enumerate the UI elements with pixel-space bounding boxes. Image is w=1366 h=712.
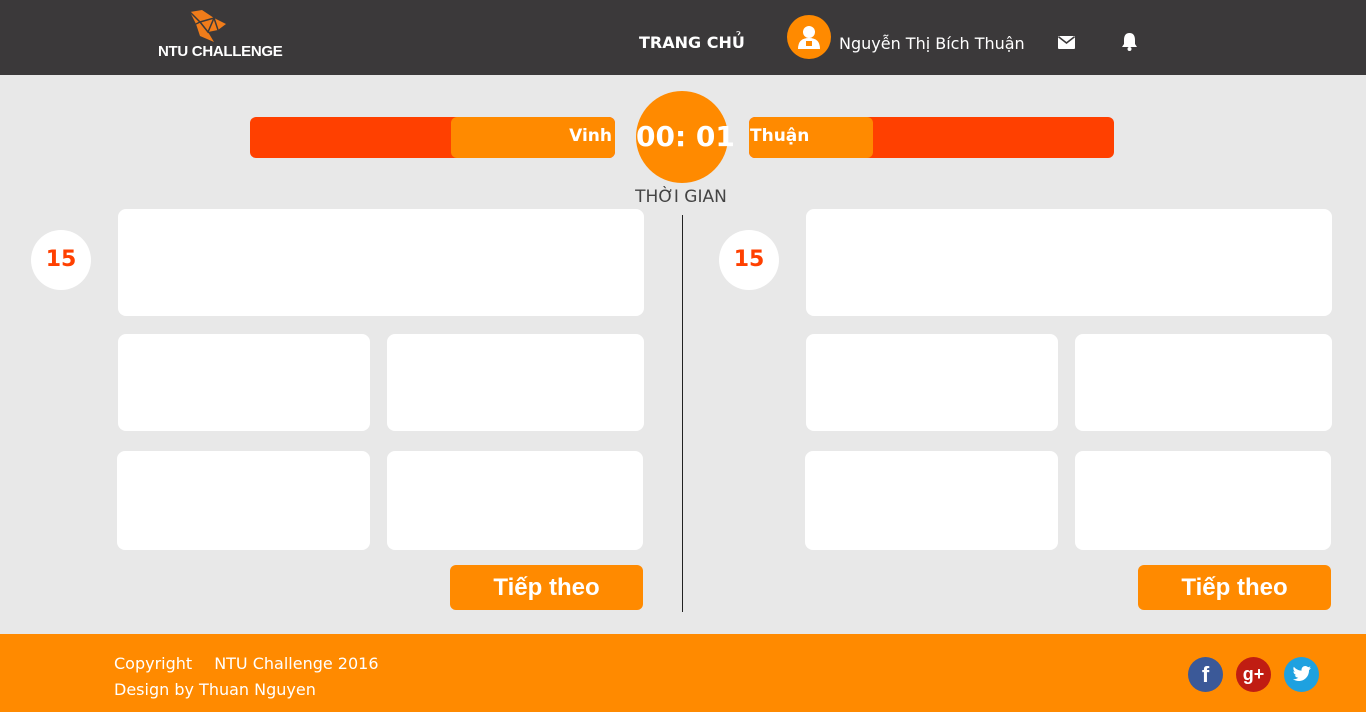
right-player-score-bar: Thuận [749, 117, 1114, 158]
copyright-holder: NTU Challenge 2016 [214, 654, 379, 673]
right-question-number: 15 [719, 230, 779, 290]
left-answer-option-3[interactable] [117, 451, 370, 550]
right-question-card [806, 209, 1332, 316]
top-navbar: NTU CHALLENGE TRANG CHỦ Nguyễn Thị Bích … [0, 0, 1366, 75]
design-credit: Design by Thuan Nguyen [114, 680, 316, 699]
tiger-logo-icon [189, 10, 226, 42]
google-plus-icon[interactable]: g+ [1236, 657, 1271, 692]
left-question-card [118, 209, 644, 316]
bell-icon[interactable] [1121, 32, 1138, 51]
user-name[interactable]: Nguyễn Thị Bích Thuận [839, 34, 1025, 53]
right-answer-option-3[interactable] [805, 451, 1058, 550]
left-answer-option-1[interactable] [118, 334, 370, 431]
mail-icon[interactable] [1058, 36, 1075, 49]
right-player-name: Thuận [750, 126, 810, 146]
timer-label: THỜI GIAN [635, 187, 727, 207]
left-answer-option-2[interactable] [387, 334, 644, 431]
left-player-name: Vinh [569, 126, 612, 146]
right-answer-option-4[interactable] [1075, 451, 1331, 550]
user-avatar-icon [798, 26, 820, 49]
left-answer-option-4[interactable] [387, 451, 643, 550]
site-logo[interactable]: NTU CHALLENGE [158, 10, 283, 62]
user-avatar[interactable] [787, 15, 831, 59]
footer: Copyright NTU Challenge 2016 Design by Th… [0, 634, 1366, 712]
panel-divider [682, 215, 683, 612]
right-answer-option-2[interactable] [1075, 334, 1332, 431]
right-next-button[interactable]: Tiếp theo [1138, 565, 1331, 610]
left-question-number: 15 [31, 230, 91, 290]
copyright-line: Copyright NTU Challenge 2016 [114, 654, 379, 673]
left-next-button[interactable]: Tiếp theo [450, 565, 643, 610]
copyright-label: Copyright [114, 654, 193, 673]
left-player-score-bar: Vinh [250, 117, 615, 158]
facebook-icon[interactable]: f [1188, 657, 1223, 692]
right-answer-option-1[interactable] [806, 334, 1058, 431]
twitter-icon[interactable] [1284, 657, 1319, 692]
nav-home-link[interactable]: TRANG CHỦ [639, 33, 745, 52]
logo-text: NTU CHALLENGE [158, 43, 283, 60]
timer: 00: 01 [636, 91, 735, 183]
